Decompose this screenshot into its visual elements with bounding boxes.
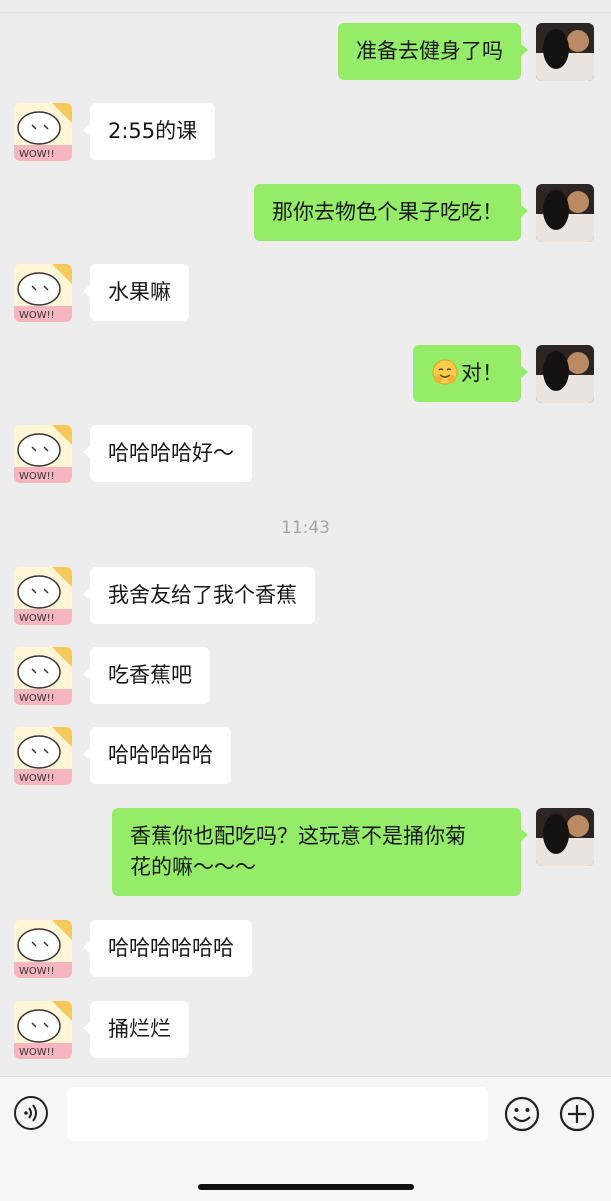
friend-avatar[interactable]: WOW!! xyxy=(14,647,72,705)
hugging-face-emoji-icon xyxy=(432,359,458,385)
chat-bubble-sent[interactable]: 那你去物色个果子吃吃！ xyxy=(254,184,528,241)
friend-avatar[interactable]: WOW!! xyxy=(14,264,72,322)
friend-avatar[interactable]: WOW!! xyxy=(14,920,72,978)
home-indicator xyxy=(198,1184,414,1190)
friend-avatar[interactable]: WOW!! xyxy=(14,103,72,161)
chat-bubble-sent[interactable]: 香蕉你也配吃吗？这玩意不是捅你菊 花的嘛～～～ xyxy=(112,808,528,896)
chat-bubble-received[interactable]: 捅烂烂 xyxy=(83,1001,189,1058)
chat-bubble-received[interactable]: 哈哈哈哈哈哈 xyxy=(83,920,252,977)
chat-bubble-received[interactable]: 2:55的课 xyxy=(82,103,216,160)
voice-icon[interactable] xyxy=(14,1096,48,1130)
svg-text:WOW!!: WOW!! xyxy=(19,693,55,704)
chat-bubble-received[interactable]: 我舍友给了我个香蕉 xyxy=(83,567,315,624)
emoji-icon[interactable] xyxy=(504,1096,540,1132)
friend-avatar[interactable]: WOW!! xyxy=(14,425,72,483)
my-avatar[interactable] xyxy=(536,345,594,403)
friend-avatar[interactable]: WOW!! xyxy=(14,567,72,625)
chat-bubble-received[interactable]: 哈哈哈哈哈 xyxy=(83,727,231,784)
svg-text:WOW!!: WOW!! xyxy=(19,149,55,160)
chat-bubble-received[interactable]: 吃香蕉吧 xyxy=(83,647,210,704)
my-avatar[interactable] xyxy=(536,184,594,242)
svg-text:WOW!!: WOW!! xyxy=(19,613,55,624)
friend-avatar[interactable]: WOW!! xyxy=(14,1001,72,1059)
svg-text:WOW!!: WOW!! xyxy=(19,310,55,321)
chat-bubble-sent[interactable]: 准备去健身了吗 xyxy=(338,23,528,80)
chat-message-list[interactable]: 准备去健身了吗 WOW!! 2:55的课 那你去物色个果子吃吃！ WOW!! 水… xyxy=(0,0,611,1076)
plus-icon[interactable] xyxy=(559,1096,595,1132)
message-input[interactable] xyxy=(67,1087,488,1141)
svg-text:WOW!!: WOW!! xyxy=(19,471,55,482)
my-avatar[interactable] xyxy=(536,808,594,866)
chat-bubble-received[interactable]: 哈哈哈哈好～ xyxy=(83,425,252,482)
svg-text:WOW!!: WOW!! xyxy=(19,1047,55,1058)
chat-bubble-sent[interactable]: 对！ xyxy=(413,345,528,402)
chat-input-bar xyxy=(0,1076,611,1201)
friend-avatar[interactable]: WOW!! xyxy=(14,727,72,785)
chat-timestamp: 11:43 xyxy=(281,518,330,538)
message-text: 对！ xyxy=(461,361,503,385)
my-avatar[interactable] xyxy=(536,23,594,81)
svg-text:WOW!!: WOW!! xyxy=(19,966,55,977)
chat-bubble-received[interactable]: 水果嘛 xyxy=(83,264,189,321)
svg-text:WOW!!: WOW!! xyxy=(19,773,55,784)
